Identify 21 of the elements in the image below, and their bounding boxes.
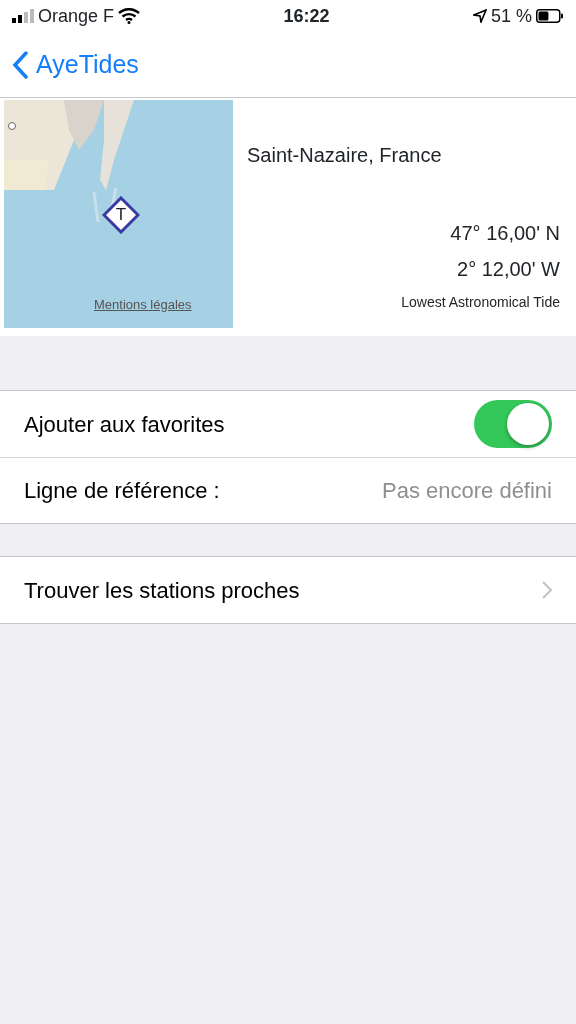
legal-link[interactable]: Mentions légales <box>94 294 192 314</box>
carrier-name: Orange F <box>38 4 115 28</box>
wifi-icon <box>118 8 141 24</box>
location-icon <box>472 9 487 23</box>
favorite-toggle[interactable] <box>474 400 552 448</box>
datum-text: Lowest Astronomical Tide <box>400 293 560 312</box>
row-label: Ligne de référence : <box>24 477 220 505</box>
nearby-stations-row[interactable]: Trouver les stations proches <box>0 557 576 623</box>
signal-icon <box>12 9 34 23</box>
clock-time: 16:22 <box>282 4 331 28</box>
latitude-text: 47° 16,00' N <box>449 221 560 246</box>
map-marker: T <box>102 196 140 234</box>
back-chevron-icon <box>12 50 28 79</box>
back-button[interactable]: AyeTides <box>12 45 139 84</box>
battery-percent: 51 % <box>490 4 532 28</box>
battery-icon <box>536 9 564 23</box>
chevron-icon <box>542 581 552 599</box>
station-name: Saint-Nazaire, France <box>247 143 443 168</box>
row-value: Pas encore défini <box>382 477 552 505</box>
longitude-text: 2° 12,00' W <box>456 257 560 282</box>
row-label: Ajouter aux favorites <box>24 410 225 439</box>
